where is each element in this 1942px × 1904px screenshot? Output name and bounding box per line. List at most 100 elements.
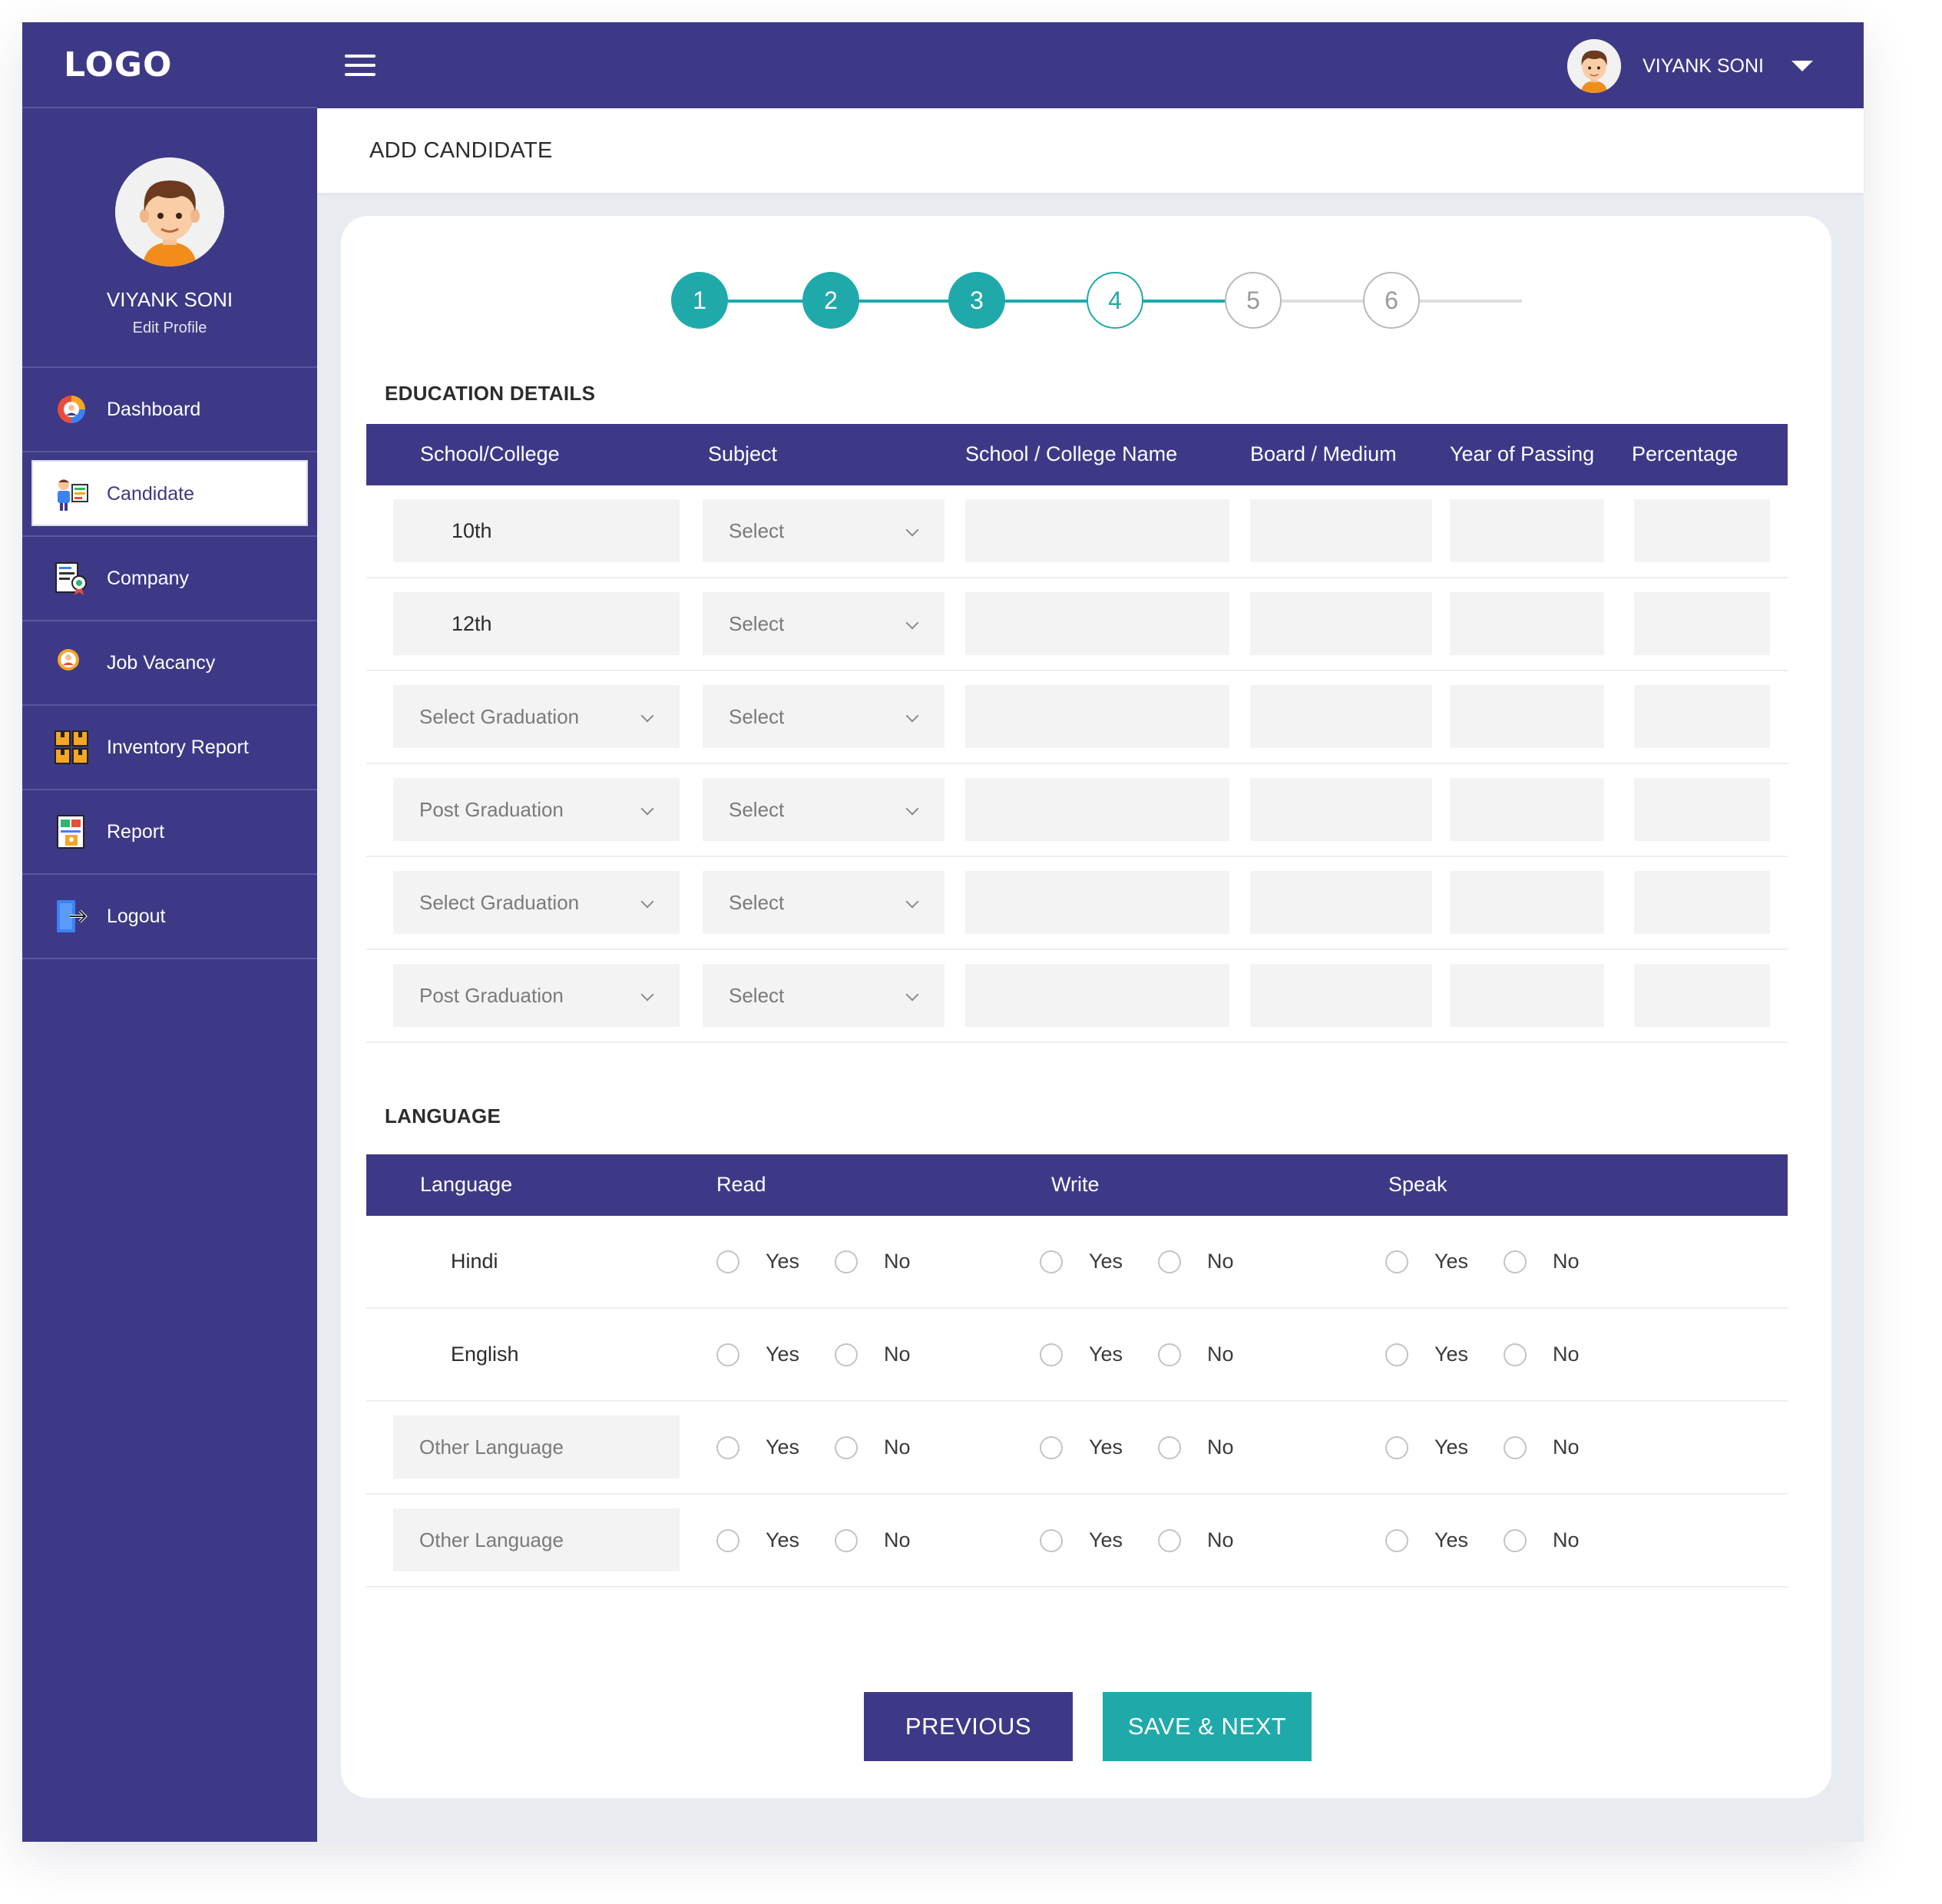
- write-options: Yes No: [1040, 1435, 1234, 1459]
- other-language-input[interactable]: Other Language: [393, 1508, 680, 1571]
- sidebar-item-report[interactable]: Report: [22, 790, 317, 875]
- education-level-select[interactable]: Select Graduation: [393, 871, 680, 934]
- write-no-radio[interactable]: [1158, 1250, 1182, 1273]
- percentage-input[interactable]: [1634, 592, 1770, 655]
- menu-toggle-icon[interactable]: [345, 55, 375, 76]
- step-3[interactable]: 3: [948, 272, 1005, 329]
- speak-yes-radio[interactable]: [1385, 1435, 1408, 1459]
- read-yes-radio[interactable]: [716, 1435, 739, 1459]
- read-no-radio[interactable]: [835, 1250, 859, 1273]
- year-of-passing-input[interactable]: [1450, 685, 1604, 748]
- radio-label: Yes: [1089, 1250, 1123, 1273]
- board-medium-input[interactable]: [1250, 871, 1432, 934]
- read-no-radio[interactable]: [835, 1343, 859, 1366]
- school-name-input[interactable]: [965, 964, 1229, 1027]
- year-of-passing-input[interactable]: [1450, 778, 1604, 841]
- write-no-radio[interactable]: [1158, 1343, 1182, 1366]
- board-medium-input[interactable]: [1250, 685, 1432, 748]
- education-row: Select Graduation Select: [366, 857, 1788, 950]
- avatar[interactable]: [115, 157, 224, 267]
- sidebar-item-dashboard[interactable]: Dashboard: [22, 368, 317, 452]
- board-medium-input[interactable]: [1250, 499, 1432, 562]
- year-of-passing-input[interactable]: [1450, 871, 1604, 934]
- radio-label: No: [1207, 1250, 1234, 1273]
- board-medium-input[interactable]: [1250, 592, 1432, 655]
- write-yes-radio[interactable]: [1040, 1250, 1063, 1273]
- radio-label: Yes: [1434, 1343, 1469, 1366]
- subject-select[interactable]: Select: [703, 499, 945, 562]
- year-of-passing-input[interactable]: [1450, 964, 1604, 1027]
- subject-select[interactable]: Select: [703, 592, 945, 655]
- speak-yes-radio[interactable]: [1385, 1343, 1408, 1366]
- avatar[interactable]: [1567, 39, 1622, 93]
- percentage-input[interactable]: [1634, 964, 1770, 1027]
- year-of-passing-input[interactable]: [1450, 499, 1604, 562]
- other-language-input[interactable]: Other Language: [393, 1416, 680, 1478]
- speak-no-radio[interactable]: [1504, 1528, 1527, 1552]
- board-medium-input[interactable]: [1250, 778, 1432, 841]
- school-name-input[interactable]: [965, 499, 1229, 562]
- speak-no-radio[interactable]: [1504, 1343, 1527, 1366]
- step-5[interactable]: 5: [1225, 272, 1282, 329]
- speak-no-radio[interactable]: [1504, 1435, 1527, 1459]
- subject-select[interactable]: Select: [703, 778, 945, 841]
- chevron-down-icon: [640, 802, 654, 816]
- education-level-select[interactable]: Post Graduation: [393, 778, 680, 841]
- radio-label: Yes: [1434, 1250, 1469, 1273]
- write-no-radio[interactable]: [1158, 1528, 1182, 1552]
- speak-yes-radio[interactable]: [1385, 1250, 1408, 1273]
- school-name-input[interactable]: [965, 778, 1229, 841]
- step-1[interactable]: 1: [671, 272, 728, 329]
- education-level-select[interactable]: Post Graduation: [393, 964, 680, 1027]
- school-name-input[interactable]: [965, 592, 1229, 655]
- sidebar: LOGO VIYANK SONI Edit Profile Dashboard …: [22, 22, 317, 1842]
- write-no-radio[interactable]: [1158, 1435, 1182, 1459]
- logo[interactable]: LOGO: [64, 45, 172, 84]
- edit-profile-link[interactable]: Edit Profile: [133, 320, 207, 337]
- read-yes-radio[interactable]: [716, 1250, 739, 1273]
- percentage-input[interactable]: [1634, 778, 1770, 841]
- sidebar-item-candidate[interactable]: Candidate: [22, 452, 317, 537]
- subject-select[interactable]: Select: [703, 964, 945, 1027]
- select-value: Select: [729, 983, 785, 1007]
- write-yes-radio[interactable]: [1040, 1528, 1063, 1552]
- sidebar-item-label: Logout: [107, 905, 166, 927]
- percentage-input[interactable]: [1634, 499, 1770, 562]
- user-menu[interactable]: VIYANK SONI: [1567, 39, 1813, 93]
- read-no-radio[interactable]: [835, 1435, 859, 1459]
- write-yes-radio[interactable]: [1040, 1343, 1063, 1366]
- speak-yes-radio[interactable]: [1385, 1528, 1408, 1552]
- step-2[interactable]: 2: [802, 272, 859, 329]
- percentage-input[interactable]: [1634, 685, 1770, 748]
- select-value: Post Graduation: [419, 983, 564, 1007]
- subject-select[interactable]: Select: [703, 685, 945, 748]
- sidebar-item-job-vacancy[interactable]: Job Vacancy: [22, 621, 317, 706]
- radio-label: No: [1553, 1435, 1580, 1459]
- school-name-input[interactable]: [965, 685, 1229, 748]
- previous-button[interactable]: PREVIOUS: [864, 1692, 1073, 1761]
- read-no-radio[interactable]: [835, 1528, 859, 1552]
- step-6[interactable]: 6: [1363, 272, 1420, 329]
- write-options: Yes No: [1040, 1343, 1234, 1366]
- read-yes-radio[interactable]: [716, 1343, 739, 1366]
- school-name-input[interactable]: [965, 871, 1229, 934]
- write-yes-radio[interactable]: [1040, 1435, 1063, 1459]
- radio-label: Yes: [766, 1343, 800, 1366]
- read-yes-radio[interactable]: [716, 1528, 739, 1552]
- sidebar-item-logout[interactable]: Logout: [22, 875, 317, 959]
- speak-no-radio[interactable]: [1504, 1250, 1527, 1273]
- save-next-button[interactable]: SAVE & NEXT: [1103, 1692, 1312, 1761]
- sidebar-item-company[interactable]: Company: [22, 537, 317, 621]
- step-4[interactable]: 4: [1087, 272, 1143, 329]
- select-value: Select Graduation: [419, 890, 580, 914]
- year-of-passing-input[interactable]: [1450, 592, 1604, 655]
- radio-label: No: [1207, 1343, 1234, 1366]
- board-medium-input[interactable]: [1250, 964, 1432, 1027]
- education-level-select[interactable]: Select Graduation: [393, 685, 680, 748]
- percentage-input[interactable]: [1634, 871, 1770, 934]
- sidebar-item-inventory-report[interactable]: Inventory Report: [22, 706, 317, 790]
- radio-label: Yes: [1089, 1435, 1123, 1459]
- write-options: Yes No: [1040, 1250, 1234, 1273]
- chevron-down-icon[interactable]: [1791, 61, 1813, 71]
- subject-select[interactable]: Select: [703, 871, 945, 934]
